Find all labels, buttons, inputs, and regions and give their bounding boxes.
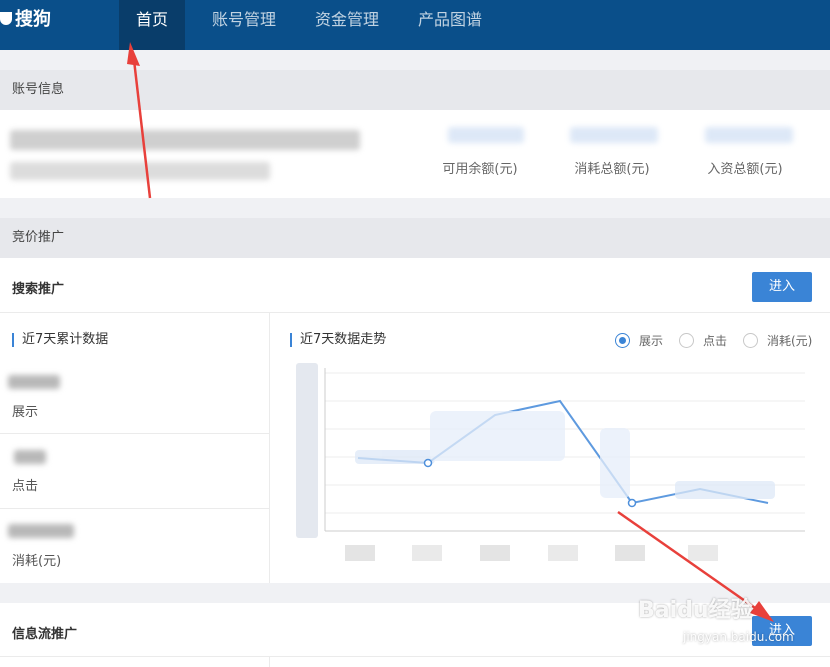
available-balance-label: 可用余额(元) [442,162,518,177]
radio-impressions-label: 展示 [639,334,664,348]
spend-value-redacted [8,524,74,538]
watermark-url: jingyan.baidu.com [683,630,794,644]
column-divider [269,657,270,667]
line-redaction [355,411,775,499]
nav-home[interactable]: 首页 [119,0,185,50]
line-redaction-block [600,428,630,498]
line-redaction-block [430,411,565,461]
column-divider [269,313,270,583]
total-spend-label: 消耗总额(元) [574,162,650,177]
radio-clicks-label: 点击 [703,334,728,348]
impressions-label: 展示 [12,405,39,420]
tick-redaction [296,363,318,538]
radio-impressions[interactable]: 展示 [615,332,663,349]
sogou-logo[interactable]: 搜狗 [0,6,51,30]
account-name-redacted [10,130,360,150]
search-promotion-title: 搜索推广 [12,282,65,297]
divider [0,508,269,509]
tick-redaction [615,545,645,561]
tick-redaction [548,545,578,561]
trend-title: 近7天数据走势 [290,333,386,347]
sogou-logo-icon [0,11,12,25]
divider [0,312,830,313]
tick-redaction [480,545,510,561]
clicks-value-redacted [14,450,46,464]
radio-clicks[interactable]: 点击 [679,332,727,349]
nav-account-management[interactable]: 账号管理 [205,0,283,50]
search-promotion-enter-button[interactable]: 进入 [752,272,812,302]
account-info-header: 账号信息 [0,70,830,110]
data-point[interactable] [423,458,433,468]
line-redaction-block [675,481,775,499]
radio-dot [679,333,694,348]
radio-spend-label: 消耗(元) [767,334,813,348]
impressions-value-redacted [8,375,60,389]
feed-promotion-title: 信息流推广 [12,627,78,642]
radio-dot [615,333,630,348]
account-detail-redacted [10,162,270,180]
divider [0,656,830,657]
x-axis-ticks-redacted [345,545,718,561]
radio-dot [743,333,758,348]
nav-fund-management[interactable]: 资金管理 [308,0,386,50]
baidu-jingyan-watermark: Baidu经验 [638,598,753,623]
tick-redaction [412,545,442,561]
bidding-promotion-header: 竞价推广 [0,218,830,258]
account-info-panel: 可用余额(元) 消耗总额(元) 入资总额(元) [0,110,830,198]
y-axis-ticks-redacted [296,363,318,538]
trend-chart [296,363,805,561]
line-redaction-block [355,450,435,464]
tick-redaction [345,545,375,561]
divider [0,433,269,434]
total-deposit-value-redacted [705,127,793,143]
cumulative-data-title: 近7天累计数据 [12,333,108,347]
top-nav-bar: 搜狗 首页 账号管理 资金管理 产品图谱 [0,0,830,50]
search-promotion-panel: 搜索推广 进入 近7天累计数据 展示 点击 消耗(元) 近7天数据走势 展示 点… [0,258,830,583]
radio-spend[interactable]: 消耗(元) [743,332,812,349]
spend-label: 消耗(元) [12,554,62,569]
available-balance-value-redacted [448,127,524,143]
clicks-label: 点击 [12,479,39,494]
data-point[interactable] [627,498,637,508]
total-deposit-label: 入资总额(元) [707,162,783,177]
total-spend-value-redacted [570,127,658,143]
logo-text: 搜狗 [15,9,51,30]
nav-product-map[interactable]: 产品图谱 [411,0,489,50]
tick-redaction [688,545,718,561]
